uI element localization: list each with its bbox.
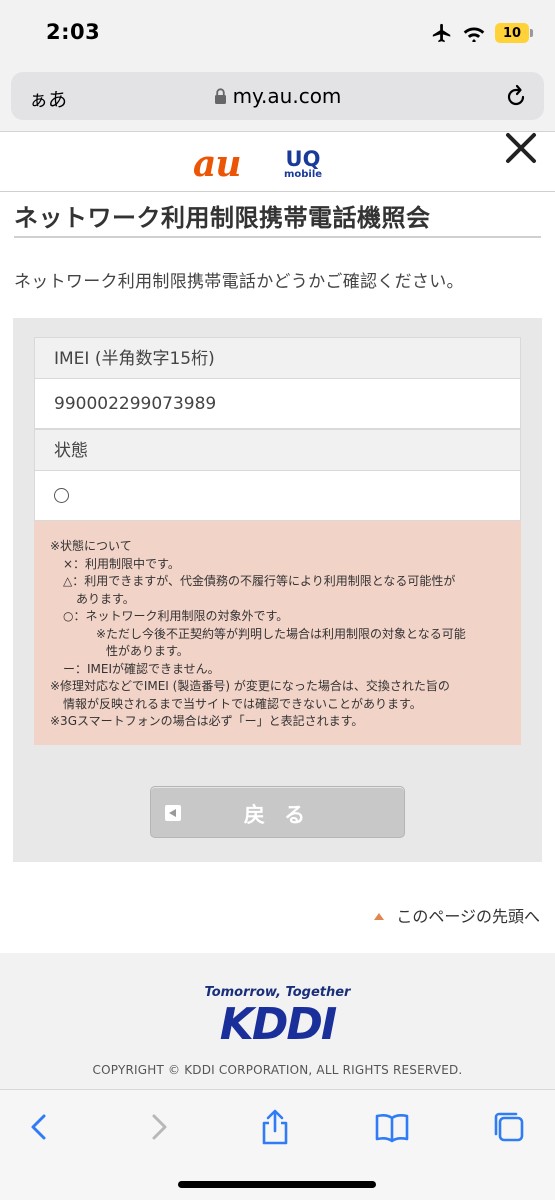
notes-line: ×：利用制限中です。 xyxy=(63,556,180,571)
notes-line: ※ただし今後不正契約等が判明した場合は利用制限の対象となる可能 xyxy=(96,626,466,641)
site-header: au UQ mobile xyxy=(0,133,555,192)
title-divider xyxy=(14,236,541,238)
tabs-icon[interactable] xyxy=(490,1108,530,1146)
battery-indicator: 10 xyxy=(495,23,533,43)
status-bar: 2:03 10 xyxy=(0,0,555,66)
page-title: ネットワーク利用制限携帯電話機照会 xyxy=(14,204,431,232)
bookmarks-icon[interactable] xyxy=(372,1108,412,1146)
kddi-tagline: Tomorrow, Together xyxy=(204,985,351,1000)
status-value xyxy=(34,471,521,521)
copyright-text: COPYRIGHT © KDDI CORPORATION, ALL RIGHTS… xyxy=(92,1063,463,1077)
notes-line: ー：IMEIが確認できません。 xyxy=(63,661,220,676)
uq-logo-subtext: mobile xyxy=(283,169,323,180)
notes-line: ○：ネットワーク利用制限の対象外です。 xyxy=(63,609,289,623)
status-circle-mark xyxy=(54,488,69,503)
notes-line: 情報が反映されるまで当サイトでは確認できないことがあります。 xyxy=(63,696,422,711)
kddi-logo: KDDI xyxy=(219,999,338,1050)
notes-line: あります。 xyxy=(76,591,135,606)
imei-value: 990002299073989 xyxy=(34,379,521,429)
intro-text: ネットワーク利用制限携帯電話かどうかご確認ください。 xyxy=(14,272,464,292)
status-time: 2:03 xyxy=(46,20,101,44)
status-notes: ※状態について ×：利用制限中です。 △：利用できますが、代金債務の不履行等によ… xyxy=(34,521,521,745)
lock-icon xyxy=(214,88,226,104)
back-button-label: 戻 る xyxy=(243,803,312,827)
address-bar[interactable]: ぁあ my.au.com xyxy=(11,72,544,120)
notes-line: ※3Gスマートフォンの場合は必ず「ー」と表記されます。 xyxy=(50,714,364,728)
status-icons: 10 xyxy=(431,22,533,44)
imei-label: IMEI (半角数字15桁) xyxy=(34,337,521,379)
airplane-icon xyxy=(432,23,451,43)
page-top-label: このページの先頭へ xyxy=(396,907,540,926)
url-display[interactable]: my.au.com xyxy=(11,84,544,108)
uq-logo-text: UQ xyxy=(285,147,321,171)
notes-line: ※修理対応などでIMEI (製造番号) が変更になった場合は、交換された旨の xyxy=(50,679,450,693)
back-button[interactable]: 戻 る xyxy=(150,786,405,838)
au-logo[interactable]: au xyxy=(193,143,241,185)
reload-icon[interactable] xyxy=(504,83,528,109)
notes-line: 性があります。 xyxy=(106,644,189,658)
uq-mobile-logo[interactable]: UQ mobile xyxy=(280,149,326,180)
notes-line: △：利用できますが、代金債務の不履行等により利用制限となる可能性が xyxy=(63,574,456,588)
wifi-icon xyxy=(463,27,485,42)
page-top-link[interactable]: このページの先頭へ xyxy=(374,903,540,927)
notes-line: ※状態について xyxy=(50,539,132,553)
status-label: 状態 xyxy=(34,429,521,471)
close-icon[interactable] xyxy=(502,129,540,167)
home-indicator xyxy=(178,1181,376,1188)
footer: Tomorrow, Together KDDI COPYRIGHT © KDDI… xyxy=(0,953,555,1089)
browser-address-area: ぁあ my.au.com xyxy=(0,66,555,132)
back-nav-icon[interactable] xyxy=(20,1108,60,1146)
up-triangle-icon xyxy=(374,913,385,920)
share-icon[interactable] xyxy=(255,1108,295,1146)
url-text: my.au.com xyxy=(232,84,342,108)
forward-nav-icon[interactable] xyxy=(138,1108,178,1146)
